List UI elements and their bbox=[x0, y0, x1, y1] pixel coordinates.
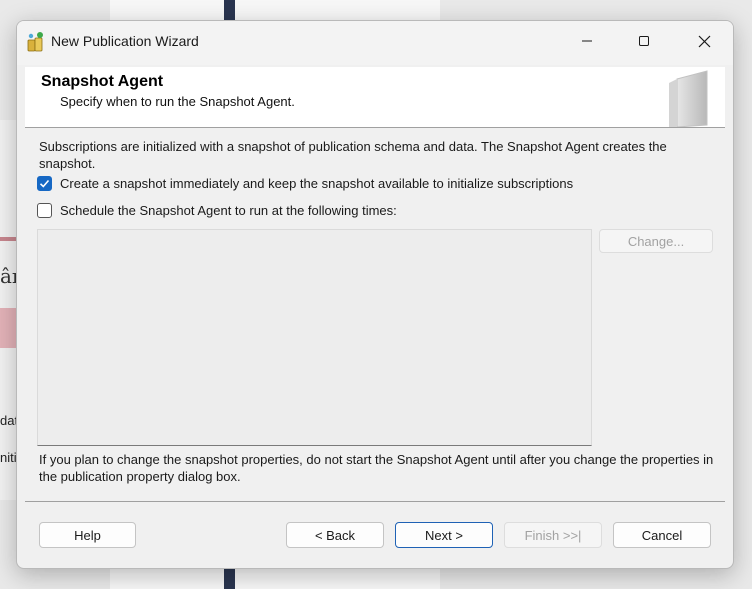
maximize-button[interactable] bbox=[615, 21, 673, 61]
background-divider bbox=[0, 237, 16, 241]
book-graphic-icon bbox=[669, 70, 708, 127]
footer-divider bbox=[25, 501, 725, 502]
page-title: Snapshot Agent bbox=[41, 73, 164, 90]
next-button[interactable]: Next > bbox=[395, 522, 493, 548]
create-snapshot-option[interactable]: Create a snapshot immediately and keep t… bbox=[37, 176, 573, 191]
window-title: New Publication Wizard bbox=[51, 33, 199, 49]
page-subtitle: Specify when to run the Snapshot Agent. bbox=[60, 94, 295, 109]
create-snapshot-checkbox[interactable] bbox=[37, 176, 52, 191]
schedule-label: Schedule the Snapshot Agent to run at th… bbox=[60, 203, 397, 218]
note-text: If you plan to change the snapshot prope… bbox=[39, 452, 714, 484]
background-highlight bbox=[0, 308, 16, 348]
checkmark-icon bbox=[39, 179, 50, 188]
wizard-header: Snapshot Agent Specify when to run the S… bbox=[25, 67, 725, 127]
help-button[interactable]: Help bbox=[39, 522, 136, 548]
finish-button[interactable]: Finish >>| bbox=[504, 522, 602, 548]
minimize-button[interactable] bbox=[558, 21, 616, 61]
header-divider bbox=[25, 127, 725, 128]
wizard-dialog: New Publication Wizard Snapshot Agent Sp… bbox=[16, 20, 734, 569]
publication-wizard-icon bbox=[27, 32, 43, 52]
close-icon bbox=[698, 35, 710, 47]
maximize-icon bbox=[639, 36, 649, 46]
description-text: Subscriptions are initialized with a sna… bbox=[39, 139, 667, 171]
back-button[interactable]: < Back bbox=[286, 522, 384, 548]
schedule-checkbox[interactable] bbox=[37, 203, 52, 218]
schedule-description-box bbox=[37, 229, 592, 446]
cancel-button[interactable]: Cancel bbox=[613, 522, 711, 548]
close-button[interactable] bbox=[675, 21, 733, 61]
minimize-icon bbox=[582, 40, 592, 42]
schedule-option[interactable]: Schedule the Snapshot Agent to run at th… bbox=[37, 203, 397, 218]
change-button[interactable]: Change... bbox=[599, 229, 713, 253]
create-snapshot-label: Create a snapshot immediately and keep t… bbox=[60, 176, 574, 191]
title-bar[interactable]: New Publication Wizard bbox=[17, 21, 733, 65]
